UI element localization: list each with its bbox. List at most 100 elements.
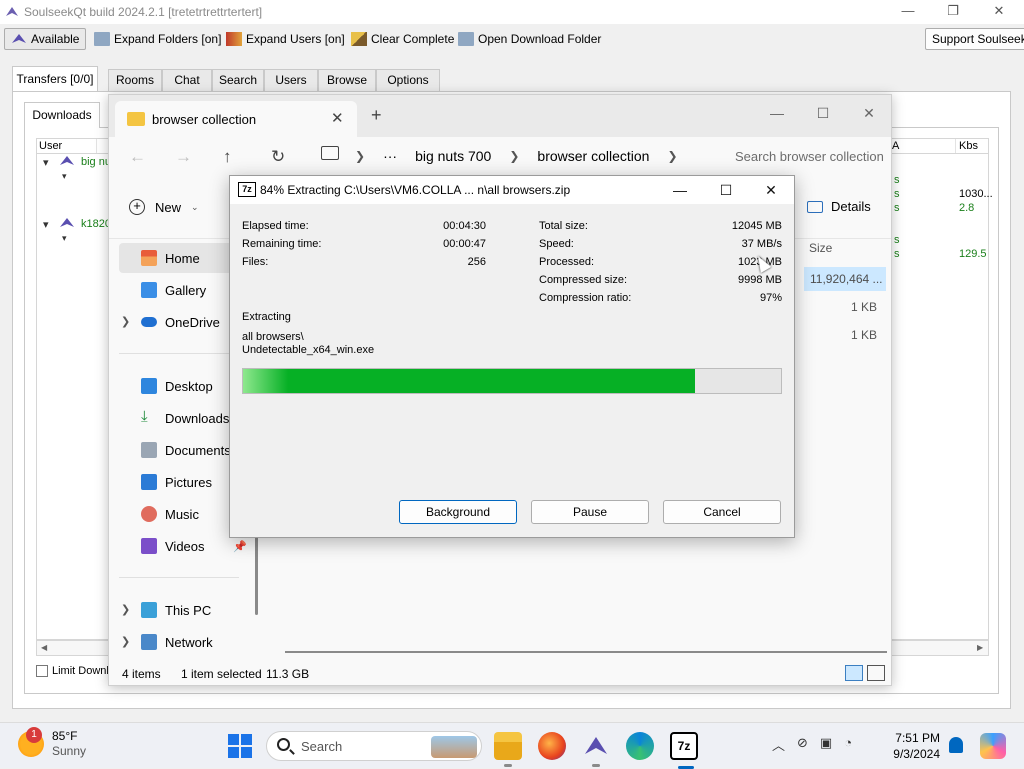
maximize-icon[interactable]: ☐ [803, 101, 843, 125]
status-bird-icon [12, 34, 26, 43]
nav-item-downloads[interactable]: ⤓ Downloads [119, 403, 245, 433]
compression-ratio-label: Compression ratio: [539, 292, 632, 304]
new-tab-icon[interactable]: + [371, 105, 382, 126]
chevron-up-icon[interactable]: ︿ [772, 735, 785, 754]
column-kbs[interactable]: Kbs [957, 139, 990, 153]
forward-icon[interactable]: → [175, 147, 192, 167]
nav-item-gallery[interactable]: Gallery [119, 275, 245, 305]
more-icon[interactable]: ··· [383, 148, 397, 164]
open-download-folder-button[interactable]: Open Download Folder [452, 28, 607, 50]
support-soulseek-button[interactable]: Support Soulseek! [925, 28, 1024, 50]
minimize-icon[interactable]: — [893, 2, 923, 22]
column-user[interactable]: User [37, 139, 97, 153]
details-button[interactable]: Details [807, 199, 871, 214]
scroll-left-icon[interactable]: ◀ [41, 643, 47, 652]
available-button[interactable]: Available [4, 28, 87, 50]
windows-start-icon[interactable] [228, 734, 252, 758]
file-list-scrollbar[interactable] [285, 651, 887, 653]
weather-widget[interactable]: 1 85°F Sunny [18, 727, 86, 759]
explorer-tabbar: browser collection ✕ + — ☐ ✕ [109, 95, 891, 137]
limit-downloads-row[interactable]: Limit Downl [36, 665, 109, 677]
background-button[interactable]: Background [399, 500, 517, 524]
maximize-icon[interactable]: ☐ [706, 180, 746, 202]
user-name[interactable]: k1820 [81, 218, 111, 230]
nav-item-pictures[interactable]: Pictures [119, 467, 245, 497]
clear-complete-button[interactable]: Clear Complete [345, 28, 460, 50]
nav-item-onedrive[interactable]: OneDrive [119, 307, 245, 337]
add-icon: + [129, 199, 145, 215]
nav-item-music[interactable]: Music [119, 499, 245, 529]
tab-options[interactable]: Options [376, 69, 440, 91]
tab-users[interactable]: Users [264, 69, 318, 91]
nav-item-desktop[interactable]: Desktop [119, 371, 245, 401]
expand-arrow-icon[interactable]: ▾ [43, 218, 49, 231]
tiles-view-icon[interactable] [867, 665, 885, 681]
close-icon[interactable]: ✕ [849, 101, 889, 125]
clock[interactable]: 7:51 PM 9/3/2024 [884, 730, 940, 762]
minimize-icon[interactable]: — [660, 180, 700, 202]
desktop-icon [141, 378, 157, 394]
details-view-icon[interactable] [845, 665, 863, 681]
limit-label: Limit Downl [52, 665, 109, 677]
close-icon[interactable]: ✕ [984, 2, 1014, 22]
tab-downloads[interactable]: Downloads [24, 102, 100, 128]
copilot-icon[interactable] [980, 733, 1006, 759]
selected-file-size[interactable]: 11,920,464 ... [804, 267, 886, 291]
nav-label: Home [165, 250, 200, 266]
column-size[interactable]: Size [809, 241, 832, 255]
nav-item-home[interactable]: Home [119, 243, 245, 273]
tab-transfers[interactable]: Transfers [0/0] [12, 66, 98, 93]
search-input[interactable]: Search browser collection [735, 149, 884, 164]
expand-arrow-icon[interactable]: ▾ [62, 171, 67, 182]
this-pc-icon[interactable] [321, 146, 339, 160]
pin-icon[interactable]: 📌 [233, 540, 247, 553]
edge-icon[interactable] [626, 732, 654, 760]
refresh-icon[interactable]: ↻ [271, 147, 285, 167]
tab-search[interactable]: Search [212, 69, 264, 91]
minimize-icon[interactable]: — [757, 101, 797, 125]
nav-label: Music [165, 506, 199, 522]
back-icon[interactable]: ← [129, 147, 146, 167]
soulseek-titlebar[interactable]: SoulseekQt build 2024.2.1 [tretetrtrettr… [0, 0, 1024, 24]
breadcrumb-item[interactable]: browser collection [537, 148, 649, 164]
tab-rooms[interactable]: Rooms [108, 69, 162, 91]
nav-item-videos[interactable]: Videos 📌 [119, 531, 247, 561]
taskbar-search[interactable]: Search [266, 731, 482, 761]
expand-arrow-icon[interactable]: ▾ [43, 156, 49, 169]
close-icon[interactable]: ✕ [751, 180, 791, 202]
7zip-taskbar-icon[interactable]: 7z [670, 732, 698, 769]
nav-item-network[interactable]: Network [119, 627, 245, 657]
selection-count: 1 item selected [181, 667, 262, 681]
column-a[interactable]: A [890, 139, 956, 153]
search-highlight-image [431, 736, 477, 758]
explorer-tab[interactable]: browser collection ✕ [115, 101, 357, 137]
up-icon[interactable]: ↑ [223, 147, 232, 167]
dialog-titlebar[interactable]: 7z 84% Extracting C:\Users\VM6.COLLA ...… [230, 176, 794, 204]
notification-bell-icon[interactable] [949, 737, 963, 753]
restore-icon[interactable]: ❐ [938, 2, 968, 22]
current-path-line1: all browsers\ [242, 331, 304, 343]
close-tab-icon[interactable]: ✕ [331, 109, 344, 127]
volume-icon[interactable]: ◔ [844, 735, 852, 754]
file-explorer-icon[interactable] [494, 732, 522, 767]
breadcrumb-item[interactable]: big nuts 700 [415, 148, 491, 164]
breadcrumb[interactable]: ❯ ··· big nuts 700 ❯ browser collection … [355, 148, 678, 164]
display-icon[interactable]: ▣ [820, 735, 832, 754]
pause-button[interactable]: Pause [531, 500, 649, 524]
soulseek-icon[interactable] [582, 732, 610, 767]
nav-item-documents[interactable]: Documents [119, 435, 245, 465]
cancel-button[interactable]: Cancel [663, 500, 781, 524]
nav-item-this-pc[interactable]: This PC [119, 595, 245, 625]
limit-checkbox[interactable] [36, 665, 48, 677]
files-value: 256 [467, 256, 486, 268]
firefox-icon[interactable] [538, 732, 566, 760]
expand-users-button[interactable]: Expand Users [on] [220, 28, 351, 50]
new-button[interactable]: + New ⌄ [129, 199, 199, 215]
expand-folders-button[interactable]: Expand Folders [on] [88, 28, 227, 50]
expand-arrow-icon[interactable]: ▾ [62, 233, 67, 244]
network-off-icon[interactable]: ⊘ [797, 735, 808, 754]
tab-chat[interactable]: Chat [162, 69, 212, 91]
scroll-right-icon[interactable]: ▶ [977, 643, 983, 652]
tab-browse[interactable]: Browse [318, 69, 376, 91]
home-icon [141, 250, 157, 266]
